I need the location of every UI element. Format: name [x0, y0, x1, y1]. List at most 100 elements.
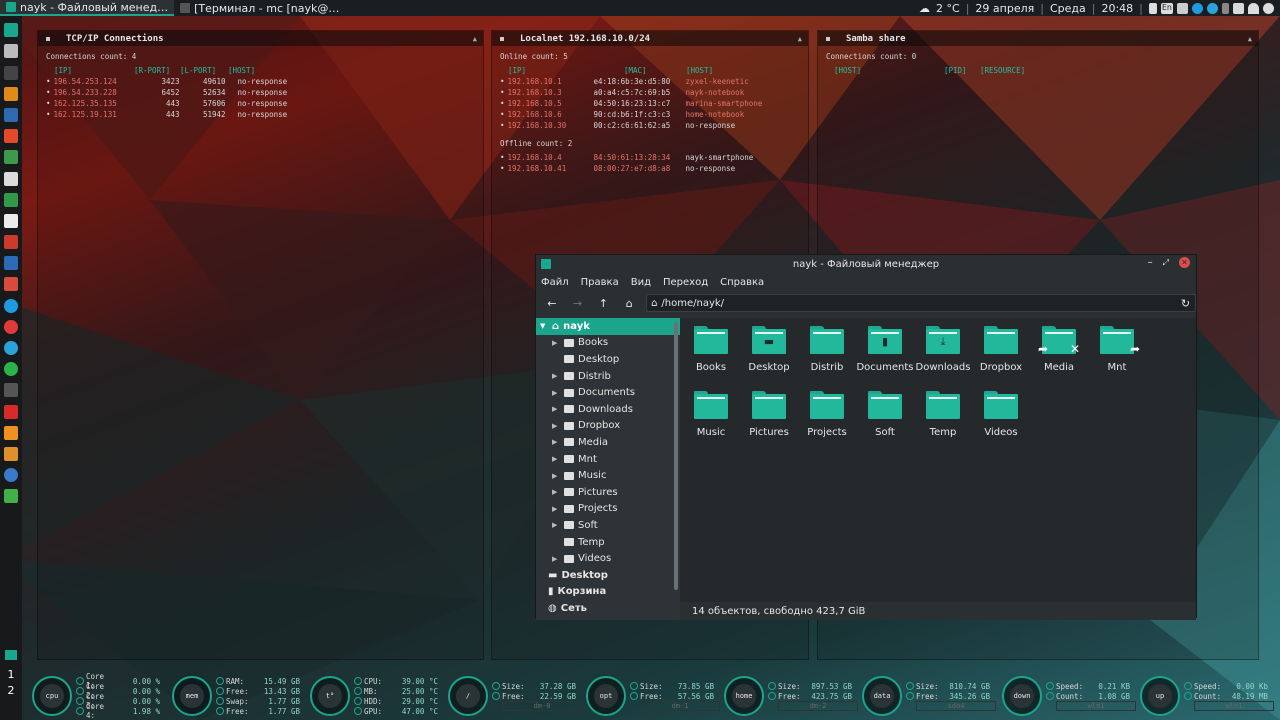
reload-icon[interactable]: ↻: [1181, 297, 1190, 310]
calc-dock-icon[interactable]: [4, 192, 18, 207]
online-count: Online count: 5: [500, 52, 568, 61]
trash-dock-icon[interactable]: [4, 44, 18, 59]
word-dock-icon[interactable]: [4, 256, 18, 271]
folder-item[interactable]: ⤓ Downloads: [914, 326, 972, 391]
sidebar-item-downloads[interactable]: ▶ Downloads: [536, 401, 680, 418]
skype-dock-icon[interactable]: [4, 298, 18, 313]
close-button[interactable]: ✕: [1179, 257, 1190, 268]
back-button[interactable]: ←: [541, 294, 563, 312]
power-icon[interactable]: [1263, 2, 1274, 14]
keyboard-layout-indicator[interactable]: En: [1160, 2, 1173, 14]
sidebar-item-soft[interactable]: ▶ Soft: [536, 517, 680, 534]
whatsapp-dock-icon[interactable]: [4, 362, 18, 377]
workspace-indicator[interactable]: [0, 650, 22, 663]
sidebar-item-books[interactable]: ▶ Books: [536, 335, 680, 352]
folder-item[interactable]: Pictures: [740, 391, 798, 456]
dropbox-icon[interactable]: [1233, 2, 1244, 14]
sidebar-item-temp[interactable]: Temp: [536, 534, 680, 551]
folder-item[interactable]: ▬ Desktop: [740, 326, 798, 391]
workspace-1[interactable]: 1: [0, 668, 22, 681]
transmission-dock-icon[interactable]: [4, 129, 18, 144]
sidebar-item-projects[interactable]: ▶ Projects: [536, 501, 680, 518]
location-bar[interactable]: ⌂ /home/nayk/ ↻: [646, 294, 1197, 312]
sublime-dock-icon[interactable]: [4, 446, 18, 461]
writer-dock-icon[interactable]: [4, 171, 18, 186]
menu-item[interactable]: Переход: [663, 277, 708, 288]
folder-item[interactable]: ➦ Mnt: [1088, 326, 1146, 391]
stat-key: Count:: [1194, 691, 1222, 701]
sidebar-item-mnt[interactable]: ▶ Mnt: [536, 451, 680, 468]
vlc-dock-icon[interactable]: [4, 425, 18, 440]
folder-item[interactable]: Books: [682, 326, 740, 391]
menu-item[interactable]: Справка: [720, 277, 764, 288]
filemanager-dock-icon[interactable]: [4, 23, 18, 38]
telegram-icon[interactable]: [1207, 2, 1218, 14]
folder-item[interactable]: ➦ ✕ Media: [1030, 326, 1088, 391]
telegram-dock-icon[interactable]: [4, 341, 18, 355]
sidebar-item-music[interactable]: ▶ Music: [536, 467, 680, 484]
window-titlebar[interactable]: nayk - Файловый менеджер – ⤢ ✕: [536, 255, 1196, 273]
forward-button[interactable]: →: [567, 294, 589, 312]
weather-icon[interactable]: ☁: [919, 2, 930, 15]
workspace-2[interactable]: 2: [0, 684, 22, 697]
cell-host: no-response: [237, 110, 288, 119]
taskbar-item-terminal[interactable]: [Терминал - mc [nayk@…: [174, 0, 345, 16]
weather-temp[interactable]: 2 °C: [936, 2, 960, 15]
folder-icon: [564, 488, 574, 497]
menu-item[interactable]: Вид: [631, 277, 651, 288]
sidebar-item-pictures[interactable]: ▶ Pictures: [536, 484, 680, 501]
sidebar-scrollbar[interactable]: [674, 322, 678, 590]
sidebar-place-0[interactable]: ▬ Desktop: [536, 567, 680, 584]
maximize-button[interactable]: ⤢: [1163, 258, 1169, 268]
minimize-button[interactable]: –: [1148, 257, 1153, 268]
clock[interactable]: 20:48: [1101, 2, 1133, 15]
taskbar-item-filemanager[interactable]: nayk - Файловый менед…: [0, 0, 175, 16]
stat-key: Free:: [778, 691, 801, 701]
filezilla-dock-icon[interactable]: [4, 235, 18, 250]
clipboard-icon[interactable]: [1148, 2, 1157, 14]
volume-icon[interactable]: [1177, 2, 1188, 14]
terminal-dock-icon[interactable]: [4, 65, 18, 80]
up-button[interactable]: ↑: [593, 294, 615, 312]
archive-dock-icon[interactable]: [4, 277, 18, 292]
location-path: /home/nayk/: [661, 297, 725, 309]
sidebar-item-videos[interactable]: ▶ Videos: [536, 550, 680, 567]
folder-item[interactable]: Music: [682, 391, 740, 456]
virtualbox-dock-icon[interactable]: [4, 107, 18, 122]
menu-item[interactable]: Файл: [541, 277, 569, 288]
sidebar-place-2[interactable]: ◍ Сеть: [536, 600, 680, 617]
sidebar-item-dropbox[interactable]: ▶ Dropbox: [536, 418, 680, 435]
stat-value: 0.00 Kb: [1236, 681, 1268, 691]
sidebar-item-documents[interactable]: ▶ Documents: [536, 384, 680, 401]
home-button[interactable]: ⌂: [618, 294, 640, 312]
sidebar-item-desktop[interactable]: Desktop: [536, 351, 680, 368]
menu-item[interactable]: Правка: [581, 277, 619, 288]
wifi-icon[interactable]: [1248, 2, 1259, 14]
sidebar-item-distrib[interactable]: ▶ Distrib: [536, 368, 680, 385]
folder-item[interactable]: Videos: [972, 391, 1030, 456]
game-dock-icon[interactable]: [4, 383, 18, 398]
sidebar-item-media[interactable]: ▶ Media: [536, 434, 680, 451]
folder-item[interactable]: Projects: [798, 391, 856, 456]
impress-dock-icon[interactable]: [4, 213, 18, 228]
folder-item[interactable]: ▮ Documents: [856, 326, 914, 391]
sidebar-item-nayk[interactable]: ▼ ⌂ nayk: [536, 318, 680, 335]
folder-icon: ➦: [1100, 326, 1140, 356]
folder-item[interactable]: Distrib: [798, 326, 856, 391]
bluetooth-icon[interactable]: [1222, 2, 1229, 14]
folder-item[interactable]: Temp: [914, 391, 972, 456]
network-dock-icon[interactable]: [4, 468, 18, 483]
folder-icon: [984, 326, 1018, 354]
acrobat-dock-icon[interactable]: [4, 404, 18, 419]
weekday-label[interactable]: Среда: [1050, 2, 1086, 15]
vivaldi-dock-icon[interactable]: [4, 319, 18, 334]
calculator-dock-icon[interactable]: [4, 150, 18, 165]
stat-row: Count: 48.19 MB: [1184, 691, 1274, 701]
date-label[interactable]: 29 апреля: [975, 2, 1034, 15]
skype-icon[interactable]: [1192, 2, 1203, 14]
folder-item[interactable]: Dropbox: [972, 326, 1030, 391]
qt-creator-dock-icon[interactable]: [4, 489, 18, 504]
downloader-dock-icon[interactable]: [4, 86, 18, 101]
sidebar-place-1[interactable]: ▮ Корзина: [536, 584, 680, 601]
folder-item[interactable]: Soft: [856, 391, 914, 456]
